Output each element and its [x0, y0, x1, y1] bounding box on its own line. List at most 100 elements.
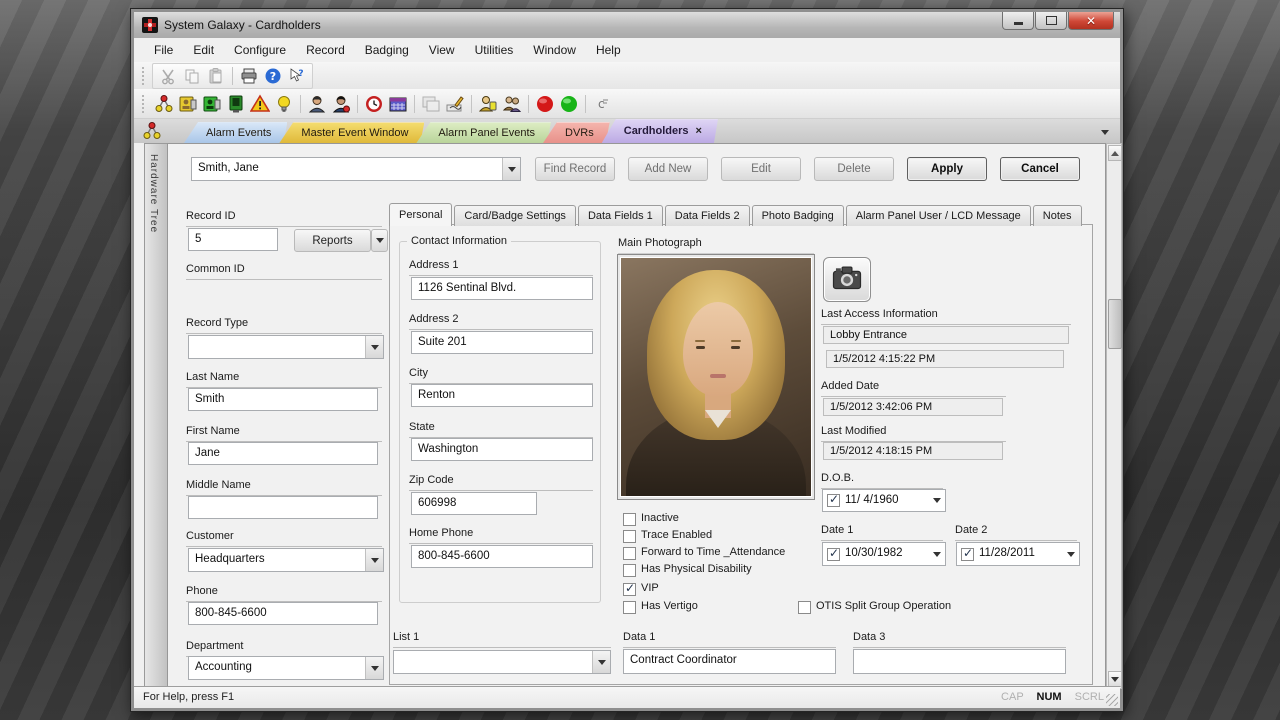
- city-field[interactable]: Renton: [411, 384, 593, 407]
- middle-name-field[interactable]: [188, 496, 378, 519]
- physical-disability-checkbox[interactable]: [623, 564, 636, 577]
- zip-code-field[interactable]: 606998: [411, 492, 537, 515]
- address1-field[interactable]: 1126 Sentinal Blvd.: [411, 277, 593, 300]
- time-schedule-icon[interactable]: [363, 93, 385, 115]
- menu-record[interactable]: Record: [296, 39, 355, 61]
- menu-help[interactable]: Help: [586, 39, 631, 61]
- scrollbar-thumb[interactable]: [1108, 299, 1122, 349]
- list1-select[interactable]: [393, 650, 611, 674]
- title-bar[interactable]: System Galaxy - Cardholders ✕: [134, 12, 1120, 39]
- lamp-icon[interactable]: [273, 93, 295, 115]
- tab-notes[interactable]: Notes: [1033, 205, 1082, 226]
- date1-checkbox[interactable]: [827, 548, 840, 561]
- inactive-checkbox[interactable]: [623, 513, 636, 526]
- add-new-button[interactable]: Add New: [628, 157, 708, 181]
- dob-date-picker[interactable]: 11/ 4/1960: [822, 489, 946, 512]
- tab-personal[interactable]: Personal: [389, 203, 452, 226]
- delete-button[interactable]: Delete: [814, 157, 894, 181]
- copy-icon[interactable]: [181, 65, 203, 87]
- start-monitor-icon[interactable]: [558, 93, 580, 115]
- date2-picker[interactable]: 11/28/2011: [956, 542, 1080, 566]
- script-icon[interactable]: c: [591, 93, 613, 115]
- reports-button[interactable]: Reports: [294, 229, 371, 252]
- data3-field[interactable]: [853, 649, 1066, 674]
- date2-checkbox[interactable]: [961, 548, 974, 561]
- vertical-scrollbar[interactable]: [1106, 143, 1122, 689]
- context-help-icon[interactable]: ?: [286, 65, 308, 87]
- last-name-field[interactable]: Smith: [188, 388, 378, 411]
- record-id-field[interactable]: 5: [188, 228, 278, 251]
- menu-badging[interactable]: Badging: [355, 39, 419, 61]
- customer-dropdown-icon[interactable]: [365, 549, 383, 571]
- date2-dropdown-icon[interactable]: [1062, 543, 1079, 565]
- hardware-tree-sidebar[interactable]: Hardware Tree: [144, 143, 168, 691]
- stop-monitor-icon[interactable]: [534, 93, 556, 115]
- find-record-button[interactable]: Find Record: [535, 157, 615, 181]
- address2-field[interactable]: Suite 201: [411, 331, 593, 354]
- menu-utilities[interactable]: Utilities: [465, 39, 524, 61]
- signature-icon[interactable]: [444, 93, 466, 115]
- selector-dropdown-icon[interactable]: [502, 158, 520, 180]
- cardholder-icon[interactable]: [306, 93, 328, 115]
- state-field[interactable]: Washington: [411, 438, 593, 461]
- date1-dropdown-icon[interactable]: [928, 543, 945, 565]
- tab-data-fields-1[interactable]: Data Fields 1: [578, 205, 663, 226]
- first-name-field[interactable]: Jane: [188, 442, 378, 465]
- home-phone-field[interactable]: 800-845-6600: [411, 545, 593, 568]
- record-type-dropdown-icon[interactable]: [365, 336, 383, 358]
- resize-grip[interactable]: [1106, 694, 1118, 706]
- data1-field[interactable]: Contract Coordinator: [623, 649, 836, 674]
- menu-file[interactable]: File: [144, 39, 183, 61]
- phone-field[interactable]: 800-845-6600: [188, 602, 378, 625]
- customer-select[interactable]: Headquarters: [188, 548, 384, 572]
- maximize-button[interactable]: [1035, 12, 1067, 30]
- toolbar-grip[interactable]: [142, 67, 147, 85]
- scroll-down-icon[interactable]: [1108, 671, 1122, 687]
- print-icon[interactable]: [238, 65, 260, 87]
- date1-picker[interactable]: 10/30/1982: [822, 542, 946, 566]
- mdi-tab-alarm-panel-events[interactable]: Alarm Panel Events: [416, 122, 551, 143]
- menu-window[interactable]: Window: [523, 39, 586, 61]
- menu-view[interactable]: View: [419, 39, 465, 61]
- mdi-tab-master-event-window[interactable]: Master Event Window: [279, 122, 424, 143]
- mdi-tab-alarm-events[interactable]: Alarm Events: [184, 122, 287, 143]
- minimize-button[interactable]: [1002, 12, 1034, 30]
- paste-icon[interactable]: [205, 65, 227, 87]
- cut-icon[interactable]: [157, 65, 179, 87]
- list1-dropdown-icon[interactable]: [592, 651, 610, 673]
- tab-card-badge-settings[interactable]: Card/Badge Settings: [454, 205, 576, 226]
- mdi-tab-dvrs[interactable]: DVRs: [543, 122, 610, 143]
- close-button[interactable]: ✕: [1068, 12, 1114, 30]
- menu-edit[interactable]: Edit: [183, 39, 224, 61]
- help-icon[interactable]: ?: [262, 65, 284, 87]
- record-type-select[interactable]: [188, 335, 384, 359]
- otis-split-group-checkbox[interactable]: [798, 601, 811, 614]
- guard-icon[interactable]: [477, 93, 499, 115]
- tab-alarm-panel-user[interactable]: Alarm Panel User / LCD Message: [846, 205, 1031, 226]
- apply-button[interactable]: Apply: [907, 157, 987, 181]
- visitors-icon[interactable]: [501, 93, 523, 115]
- tab-list-dropdown-icon[interactable]: [1097, 125, 1112, 139]
- operator-icon[interactable]: [330, 93, 352, 115]
- calendar-icon[interactable]: [387, 93, 409, 115]
- badge-yellow-icon[interactable]: [177, 93, 199, 115]
- vip-checkbox[interactable]: [623, 583, 636, 596]
- alarm-warning-icon[interactable]: [249, 93, 271, 115]
- dob-dropdown-icon[interactable]: [928, 490, 945, 511]
- toolbar-grip-2[interactable]: [142, 95, 147, 113]
- tab-close-icon[interactable]: ×: [696, 120, 702, 143]
- department-select[interactable]: Accounting: [188, 656, 384, 680]
- edit-button[interactable]: Edit: [721, 157, 801, 181]
- cancel-button[interactable]: Cancel: [1000, 157, 1080, 181]
- menu-configure[interactable]: Configure: [224, 39, 296, 61]
- trace-enabled-checkbox[interactable]: [623, 530, 636, 543]
- reader-icon[interactable]: [225, 93, 247, 115]
- has-vertigo-checkbox[interactable]: [623, 601, 636, 614]
- hardware-tree-icon[interactable]: [153, 93, 175, 115]
- department-dropdown-icon[interactable]: [365, 657, 383, 679]
- window-disabled-icon[interactable]: [420, 93, 442, 115]
- forward-time-attendance-checkbox[interactable]: [623, 547, 636, 560]
- tab-data-fields-2[interactable]: Data Fields 2: [665, 205, 750, 226]
- scroll-up-icon[interactable]: [1108, 145, 1122, 161]
- reports-dropdown-icon[interactable]: [371, 229, 388, 252]
